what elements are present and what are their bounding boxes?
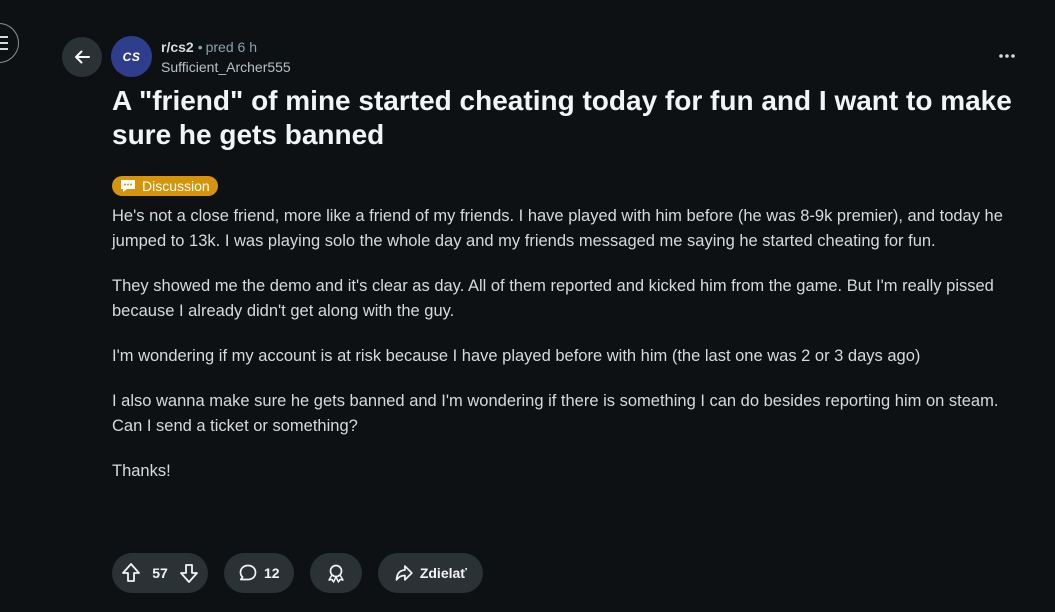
meta-separator: • (197, 39, 203, 55)
share-label: Zdielať (419, 565, 467, 581)
subreddit-link[interactable]: r/cs2 (161, 39, 194, 55)
arrow-left-icon (75, 50, 90, 64)
subreddit-avatar[interactable]: CS (111, 36, 152, 77)
comment-icon (239, 564, 257, 581)
sidebar-toggle-button[interactable] (0, 23, 19, 63)
flair-label: Discussion (142, 178, 210, 194)
more-options-button[interactable] (992, 44, 1022, 68)
body-paragraph: He's not a close friend, more like a fri… (112, 207, 1003, 250)
share-icon (395, 565, 413, 581)
vote-count: 57 (152, 565, 168, 581)
body-paragraph: I'm wondering if my account is at risk b… (112, 347, 921, 365)
subreddit-avatar-text: CS (122, 49, 141, 64)
award-button[interactable] (310, 553, 362, 593)
body-paragraph: Thanks! (112, 462, 171, 480)
comment-count: 12 (264, 565, 280, 581)
vote-control: 57 (112, 553, 208, 593)
post-action-bar: 57 12 Zdielať (112, 553, 483, 593)
post-time: pred 6 h (205, 39, 257, 55)
post-title: A "friend" of mine started cheating toda… (112, 85, 1012, 150)
award-icon (328, 564, 344, 583)
post-meta: r/cs2 • pred 6 h (161, 39, 257, 55)
speech-bubble-icon (121, 180, 135, 192)
post-body: He's not a close friend, more like a fri… (112, 204, 1032, 504)
comments-button[interactable]: 12 (224, 553, 294, 593)
post-flair[interactable]: Discussion (112, 176, 218, 196)
more-horizontal-icon (999, 54, 1015, 58)
back-button[interactable] (62, 37, 102, 77)
author-link[interactable]: Sufficient_Archer555 (161, 59, 291, 75)
arrow-up-icon[interactable] (120, 562, 142, 584)
body-paragraph: They showed me the demo and it's clear a… (112, 277, 994, 320)
arrow-down-icon[interactable] (178, 562, 200, 584)
body-paragraph: I also wanna make sure he gets banned an… (112, 392, 999, 435)
share-button[interactable]: Zdielať (378, 553, 483, 593)
menu-icon (0, 36, 8, 50)
